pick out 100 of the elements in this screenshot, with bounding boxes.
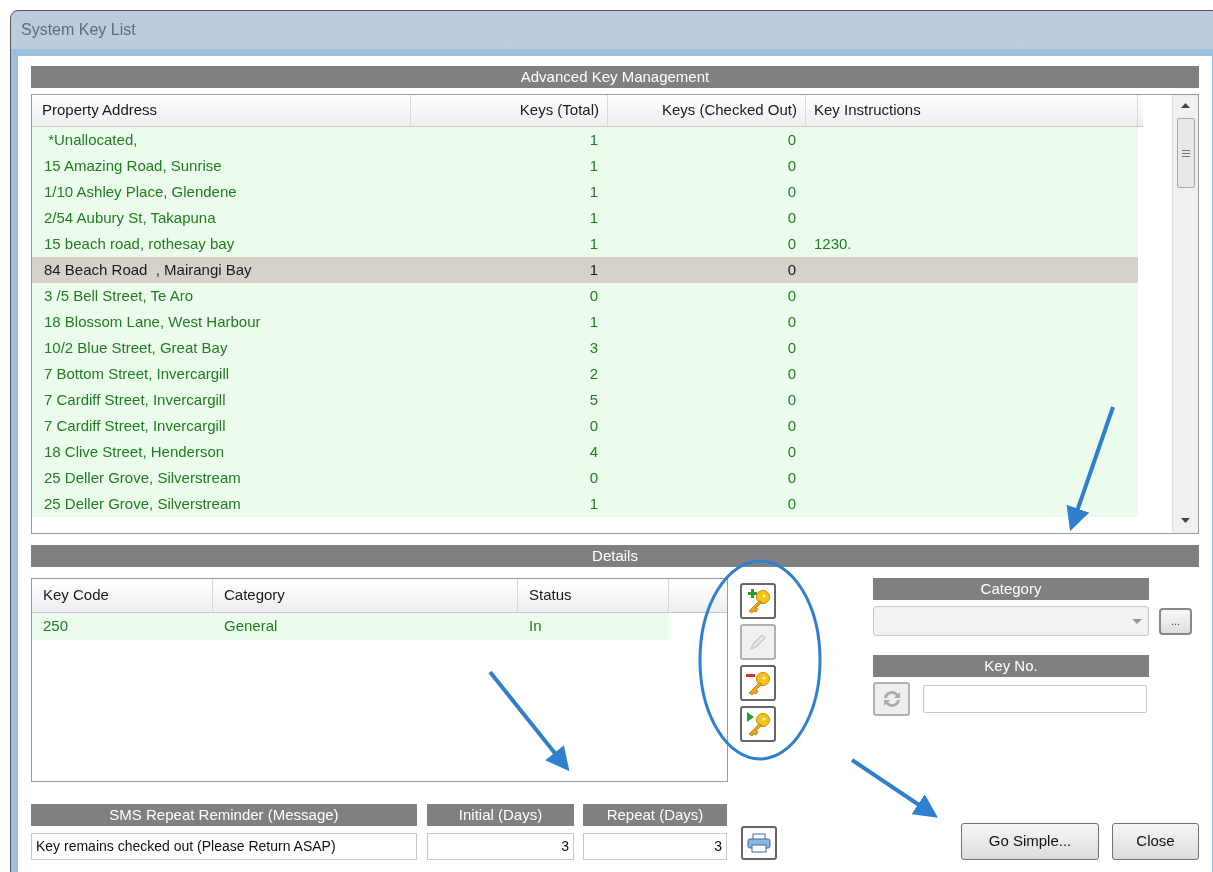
message-field[interactable]: Key remains checked out (Please Return ASAP) <box>31 833 417 860</box>
table-row[interactable]: 7 Cardiff Street, Invercargill 0 0 <box>32 413 1138 439</box>
table-cell-text: 84 Beach Road , Mairangi Bay <box>43 259 253 280</box>
table-row[interactable]: 25 Deller Grove, Silverstream 1 0 <box>32 491 1138 517</box>
column-header[interactable]: Keys (Total) <box>411 95 608 126</box>
table-cell-text: 10/2 Blue Street, Great Bay <box>43 337 229 358</box>
table-cell-text: 3 <box>588 337 599 358</box>
table-cell-text: 1 <box>588 493 599 514</box>
section-header: Category <box>873 578 1149 600</box>
dialog-button[interactable]: Go Simple... <box>961 823 1099 860</box>
table-cell-text: 0 <box>786 233 797 254</box>
column-header[interactable]: Keys (Checked Out) <box>608 95 806 126</box>
table-cell-text: 0 <box>786 285 797 306</box>
table-cell-text: 25 Deller Grove, Silverstream <box>43 467 242 488</box>
browse-button[interactable]: ... <box>1159 607 1192 635</box>
table-cell-text: 1 <box>588 259 599 280</box>
table-cell-text: 1 <box>588 311 599 332</box>
scroll-up-icon[interactable] <box>1181 103 1190 108</box>
table-cell-text: 15 beach road, rothesay bay <box>43 233 236 254</box>
table-cell-text: 7 Bottom Street, Invercargill <box>43 363 231 384</box>
table-cell-text: 0 <box>786 181 797 202</box>
remove-key-icon <box>745 670 771 696</box>
dropdown-arrow-icon <box>1132 618 1142 624</box>
table-row[interactable]: 15 Amazing Road, Sunrise 1 0 <box>32 153 1138 179</box>
column-header[interactable]: Property Address <box>32 95 411 126</box>
printer-icon <box>747 833 771 853</box>
table-cell-text: In <box>528 616 542 637</box>
table-cell-text: 0 <box>588 467 599 488</box>
table-row[interactable]: 15 beach road, rothesay bay 1 0 1230. <box>32 231 1138 257</box>
print-button[interactable] <box>741 826 777 860</box>
scroll-down-icon[interactable] <box>1181 518 1190 523</box>
key-number-field[interactable] <box>923 685 1147 713</box>
tool-button[interactable] <box>740 583 776 619</box>
table-cell-text: *Unallocated, <box>47 129 139 150</box>
table-cell-text: 0 <box>786 441 797 462</box>
table-cell-text: 7 Cardiff Street, Invercargill <box>43 415 227 436</box>
column-header[interactable]: Status <box>518 579 669 612</box>
table-cell-text: 1/10 Ashley Place, Glendene <box>43 181 238 202</box>
dialog-button[interactable]: Close <box>1112 823 1199 860</box>
table-cell-text: 5 <box>588 389 599 410</box>
table-cell-text: 0 <box>588 285 599 306</box>
section-header: Key No. <box>873 655 1149 677</box>
column-header[interactable]: Key Instructions <box>806 95 1138 126</box>
section-header: Advanced Key Management <box>31 66 1199 88</box>
table-row[interactable]: 7 Bottom Street, Invercargill 2 0 <box>32 361 1138 387</box>
table-cell-text: 1 <box>588 233 599 254</box>
table-cell-text: 0 <box>786 389 797 410</box>
window-title: System Key List <box>21 20 136 40</box>
table-cell-text: 25 Deller Grove, Silverstream <box>43 493 242 514</box>
tool-button[interactable] <box>740 665 776 701</box>
table-row[interactable]: 3 /5 Bell Street, Te Aro 0 0 <box>32 283 1138 309</box>
table-row[interactable]: 250 General In <box>32 613 669 640</box>
table-cell-text: 0 <box>786 129 797 150</box>
table-cell-text: General <box>223 616 279 637</box>
section-header: SMS Repeat Reminder (Message) <box>31 804 417 826</box>
table-cell-text: 15 Amazing Road, Sunrise <box>43 155 223 176</box>
scrollbar[interactable] <box>1172 95 1198 533</box>
table-cell-text: 0 <box>786 467 797 488</box>
table-cell-text: 3 /5 Bell Street, Te Aro <box>43 285 194 306</box>
table-row[interactable]: 7 Cardiff Street, Invercargill 5 0 <box>32 387 1138 413</box>
scroll-thumb[interactable] <box>1176 118 1195 188</box>
section-header: Initial (Days) <box>427 804 574 826</box>
tool-button[interactable] <box>740 706 776 742</box>
table-row[interactable]: 84 Beach Road , Mairangi Bay 1 0 <box>32 257 1138 283</box>
table-cell-text: 0 <box>588 415 599 436</box>
add-key-icon <box>745 588 771 614</box>
table-cell-text: 250 <box>42 616 70 637</box>
table-cell-text: 7 Cardiff Street, Invercargill <box>43 389 227 410</box>
table-cell-text: 0 <box>786 259 797 280</box>
table-cell-text: 1 <box>588 129 599 150</box>
table-cell-text: 1 <box>588 207 599 228</box>
table-row[interactable]: 18 Blossom Lane, West Harbour 1 0 <box>32 309 1138 335</box>
table-cell-text: 0 <box>786 363 797 384</box>
checkout-key-icon <box>745 711 771 737</box>
table-row[interactable]: *Unallocated, 1 0 <box>32 127 1138 153</box>
table-row[interactable]: 1/10 Ashley Place, Glendene 1 0 <box>32 179 1138 205</box>
table-cell-text: 1230. <box>813 233 852 254</box>
initial-days-field[interactable]: 3 <box>427 833 574 860</box>
table-cell-text: 2 <box>588 363 599 384</box>
repeat-days-field[interactable]: 3 <box>583 833 727 860</box>
column-header[interactable]: Category <box>213 579 518 612</box>
table-cell-text: 0 <box>786 311 797 332</box>
table-cell-text: 1 <box>588 181 599 202</box>
table-row[interactable]: 25 Deller Grove, Silverstream 0 0 <box>32 465 1138 491</box>
table-cell-text: 0 <box>786 207 797 228</box>
table-row[interactable]: 10/2 Blue Street, Great Bay 3 0 <box>32 335 1138 361</box>
table-cell-text: 0 <box>786 337 797 358</box>
section-header: Repeat (Days) <box>583 804 727 826</box>
section-header: Details <box>31 545 1199 567</box>
table-row[interactable]: 18 Clive Street, Henderson 4 0 <box>32 439 1138 465</box>
table-cell-text: 1 <box>588 155 599 176</box>
table-cell-text: 18 Clive Street, Henderson <box>43 441 226 462</box>
table-cell-text: 4 <box>588 441 599 462</box>
table-cell-text: 18 Blossom Lane, West Harbour <box>43 311 262 332</box>
table-cell-text: 0 <box>786 493 797 514</box>
column-header[interactable]: Key Code <box>32 579 213 612</box>
table-cell-text: 0 <box>786 155 797 176</box>
table-cell-text: 0 <box>786 415 797 436</box>
table-row[interactable]: 2/54 Aubury St, Takapuna 1 0 <box>32 205 1138 231</box>
table-cell-text: 2/54 Aubury St, Takapuna <box>43 207 217 228</box>
